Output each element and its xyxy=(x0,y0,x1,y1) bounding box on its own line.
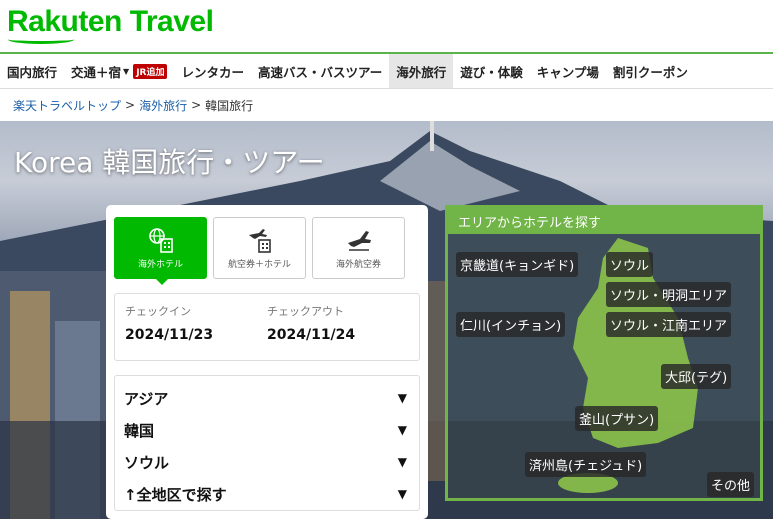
checkin-label: チェックイン xyxy=(125,305,191,318)
area-daegu[interactable]: 大邱(テグ) xyxy=(661,364,732,389)
checkout-field[interactable]: チェックアウト 2024/11/24 xyxy=(267,303,409,351)
date-picker[interactable]: チェックイン 2024/11/23 チェックアウト 2024/11/24 xyxy=(114,293,420,361)
tab-overseas-hotel-label: 海外ホテル xyxy=(137,259,183,270)
city-select-value: ソウル xyxy=(124,453,170,472)
chevron-down-icon: ▼ xyxy=(123,66,130,76)
city-select[interactable]: ソウル ▼ xyxy=(115,446,419,478)
nav-rentacar[interactable]: レンタカー xyxy=(174,54,251,88)
site-header: Rakuten Travel xyxy=(0,0,773,52)
area-busan[interactable]: 釜山(プサン) xyxy=(575,406,659,431)
nav-camping[interactable]: キャンプ場 xyxy=(530,54,606,88)
nav-overseas[interactable]: 海外旅行 xyxy=(389,54,454,88)
area-seoul-myeongdong[interactable]: ソウル・明洞エリア xyxy=(606,282,732,307)
breadcrumb-current: 韓国旅行 xyxy=(205,98,254,113)
area-others[interactable]: その他 xyxy=(707,472,755,497)
region-select-value: アジア xyxy=(124,389,169,408)
search-card: 海外ホテル 航空券＋ホテル 海外航空券 チェックイン 2024/11/23 チェ… xyxy=(106,205,428,519)
jr-badge: JR追加 xyxy=(133,63,168,79)
tab-flight-hotel-label: 航空券＋ホテル xyxy=(227,259,291,270)
dropdown-arrow-icon: ▼ xyxy=(397,487,407,501)
dropdown-arrow-icon: ▼ xyxy=(397,391,407,405)
tab-overseas-flight[interactable]: 海外航空券 xyxy=(312,217,405,279)
nav-activities[interactable]: 遊び・体験 xyxy=(453,54,530,88)
breadcrumb-home[interactable]: 楽天トラベルトップ xyxy=(13,97,121,114)
logo-swoosh xyxy=(8,35,74,44)
hero-banner: Korea 韓国旅行・ツアー 海外ホテル 航空券＋ホテル 海外航空券 チェックイ… xyxy=(0,121,773,519)
checkout-label: チェックアウト xyxy=(267,305,344,318)
tab-overseas-hotel[interactable]: 海外ホテル xyxy=(114,217,207,285)
breadcrumb: 楽天トラベルトップ > 海外旅行 > 韓国旅行 xyxy=(13,90,253,120)
dropdown-arrow-icon: ▼ xyxy=(397,455,407,469)
nav-transport-hotel-label: 交通＋宿 xyxy=(71,64,122,80)
area-jeju[interactable]: 済州島(チェジュド) xyxy=(525,452,647,477)
hero-title: Korea 韓国旅行・ツアー xyxy=(14,146,325,179)
destination-selects: アジア ▼ 韓国 ▼ ソウル ▼ ↑全地区で探す ▼ xyxy=(114,375,420,511)
airplane-icon xyxy=(347,230,371,251)
district-select[interactable]: ↑全地区で探す ▼ xyxy=(115,478,419,510)
rakuten-travel-logo[interactable]: Rakuten Travel xyxy=(7,5,214,39)
breadcrumb-overseas[interactable]: 海外旅行 xyxy=(139,97,187,114)
nav-transport-hotel[interactable]: 交通＋宿 ▼ JR追加 xyxy=(64,54,174,88)
nav-domestic[interactable]: 国内旅行 xyxy=(0,54,64,88)
plane-hotel-icon xyxy=(248,228,271,253)
checkin-field[interactable]: チェックイン 2024/11/23 xyxy=(125,303,267,351)
area-incheon[interactable]: 仁川(インチョン) xyxy=(456,312,566,337)
area-seoul-gangnam[interactable]: ソウル・江南エリア xyxy=(606,312,732,337)
district-select-value: ↑全地区で探す xyxy=(124,485,227,504)
checkout-value: 2024/11/24 xyxy=(267,327,356,343)
dropdown-arrow-icon: ▼ xyxy=(397,423,407,437)
breadcrumb-separator: > xyxy=(191,98,202,112)
area-map-heading: エリアからホテルを探す xyxy=(448,208,760,234)
breadcrumb-separator: > xyxy=(125,98,136,112)
nav-coupons[interactable]: 割引クーポン xyxy=(606,54,695,88)
country-select-value: 韓国 xyxy=(124,421,155,440)
search-tabs: 海外ホテル 航空券＋ホテル 海外航空券 xyxy=(114,217,420,285)
region-select[interactable]: アジア ▼ xyxy=(115,382,419,414)
area-map-panel: エリアからホテルを探す 京畿道(キョンギド) ソウル ソウル・明洞エリア 仁川(… xyxy=(445,205,763,501)
main-nav: 国内旅行 交通＋宿 ▼ JR追加 レンタカー 高速バス・バスツアー 海外旅行 遊… xyxy=(0,52,773,89)
tab-flight-hotel[interactable]: 航空券＋ホテル xyxy=(213,217,306,279)
area-gyeonggi[interactable]: 京畿道(キョンギド) xyxy=(456,252,579,277)
checkin-value: 2024/11/23 xyxy=(125,327,214,343)
tab-overseas-flight-label: 海外航空券 xyxy=(335,259,381,270)
area-seoul[interactable]: ソウル xyxy=(606,252,654,277)
globe-hotel-icon xyxy=(148,227,173,253)
nav-highway-bus[interactable]: 高速バス・バスツアー xyxy=(251,54,389,88)
country-select[interactable]: 韓国 ▼ xyxy=(115,414,419,446)
